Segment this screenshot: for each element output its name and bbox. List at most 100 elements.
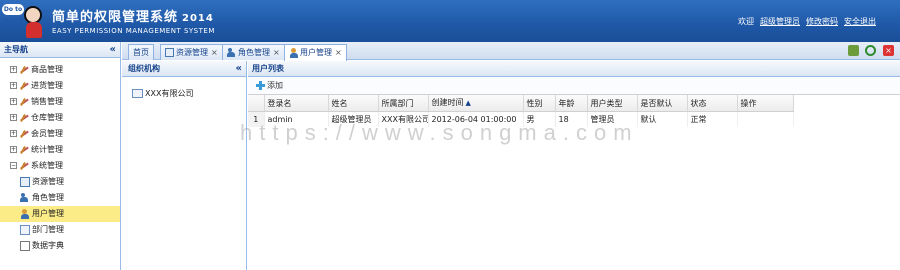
role-icon (227, 48, 236, 57)
nav-subitem-label: 资源管理 (32, 177, 64, 186)
tools-icon (19, 81, 29, 91)
organization-panel: 组织机构 « XXX有限公司 (122, 61, 247, 270)
tab-tools: × (844, 45, 894, 56)
home-icon[interactable] (847, 45, 859, 56)
app-year: 2014 (182, 13, 214, 24)
organization-icon (132, 89, 143, 98)
table-header-row: 登录名 姓名 所属部门 创建时间 ▲ 性别 年龄 用户类型 是否默认 状态 操作 (248, 95, 794, 112)
tools-icon (19, 129, 29, 139)
nav-item-label: 统计管理 (31, 145, 63, 154)
cell-age: 18 (555, 111, 588, 127)
tab-resources[interactable]: 资源管理 × (160, 44, 223, 60)
nav-item-label: 会员管理 (31, 129, 63, 138)
app-header: Do to Wood 简单的权限管理系统 2014 EASY PERMISSION… (0, 0, 900, 42)
expand-icon[interactable]: + (10, 98, 17, 105)
tab-roles[interactable]: 角色管理 × (222, 44, 285, 60)
nav-collapse-button[interactable]: « (110, 42, 116, 58)
user-icon (20, 208, 30, 219)
logout-link[interactable]: 安全退出 (844, 17, 876, 26)
cell-actions[interactable] (737, 111, 794, 127)
tools-icon (19, 161, 29, 171)
org-tree-node[interactable]: XXX有限公司 (122, 87, 246, 101)
table-row[interactable]: 1 admin 超级管理员 XXX有限公司 2012-06-04 01:00:0… (248, 111, 794, 127)
user-table: 登录名 姓名 所属部门 创建时间 ▲ 性别 年龄 用户类型 是否默认 状态 操作 … (248, 95, 794, 127)
cell-usertype: 管理员 (587, 111, 638, 127)
tab-label: 用户管理 (300, 48, 332, 57)
expand-icon[interactable]: + (10, 130, 17, 137)
org-node-label: XXX有限公司 (145, 89, 194, 98)
cell-login: admin (264, 111, 329, 127)
add-user-button[interactable]: 添加 (256, 81, 283, 90)
tab-label: 首页 (133, 48, 149, 57)
column-header-gender[interactable]: 性别 (523, 95, 556, 112)
org-collapse-button[interactable]: « (236, 61, 242, 77)
welcome-text: 欢迎 (738, 17, 754, 26)
tab-close-icon[interactable]: × (335, 48, 342, 57)
collapse-icon[interactable]: − (10, 162, 17, 169)
column-header-usertype[interactable]: 用户类型 (587, 95, 638, 112)
nav-item-system[interactable]: − 系统管理 (0, 158, 120, 174)
nav-title: 主导航 (4, 45, 28, 54)
dictionary-icon (20, 240, 30, 251)
nav-item-label: 商品管理 (31, 65, 63, 74)
role-icon (20, 192, 30, 203)
expand-icon[interactable]: + (10, 82, 17, 89)
cell-status: 正常 (687, 111, 738, 127)
cell-default: 默认 (637, 111, 688, 127)
column-header-login[interactable]: 登录名 (264, 95, 329, 112)
user-list-panel: 用户列表 添加 登录名 姓名 所属部门 创建时间 ▲ 性别 年龄 用户类型 是否默… (248, 61, 900, 270)
nav-subitem-users[interactable]: 用户管理 (0, 206, 120, 222)
nav-subitem-label: 部门管理 (32, 225, 64, 234)
nav-item-members[interactable]: + 会员管理 (0, 126, 120, 142)
nav-subitem-label: 角色管理 (32, 193, 64, 202)
column-header-default[interactable]: 是否默认 (637, 95, 688, 112)
cell-gender: 男 (523, 111, 556, 127)
nav-subitem-roles[interactable]: 角色管理 (0, 190, 120, 206)
logo-body (26, 22, 42, 38)
tools-icon (19, 113, 29, 123)
column-header-actions: 操作 (737, 95, 794, 112)
plus-icon (256, 81, 265, 90)
expand-icon[interactable]: + (10, 146, 17, 153)
tab-label: 资源管理 (176, 48, 208, 57)
tab-home[interactable]: 首页 (128, 44, 154, 60)
logo-badge: Do to Wood (2, 4, 24, 24)
nav-item-label: 系统管理 (31, 161, 63, 170)
change-password-link[interactable]: 修改密码 (806, 17, 838, 26)
nav-subitem-label: 数据字典 (32, 241, 64, 250)
column-header-age[interactable]: 年龄 (555, 95, 588, 112)
column-header-created[interactable]: 创建时间 ▲ (428, 95, 524, 112)
nav-subitem-dictionary[interactable]: 数据字典 (0, 238, 120, 254)
column-header-label: 创建时间 (431, 98, 464, 107)
org-panel-header: 组织机构 « (122, 61, 246, 77)
column-header-name[interactable]: 姓名 (328, 95, 379, 112)
tab-close-icon[interactable]: × (273, 48, 280, 57)
expand-icon[interactable]: + (10, 66, 17, 73)
nav-item-label: 进货管理 (31, 81, 63, 90)
column-header-status[interactable]: 状态 (687, 95, 738, 112)
tools-icon (19, 97, 29, 107)
column-header-department[interactable]: 所属部门 (378, 95, 429, 112)
close-all-icon[interactable]: × (883, 45, 894, 56)
top-links: 欢迎 超级管理员 修改密码 安全退出 (732, 16, 876, 27)
nav-subitem-departments[interactable]: 部门管理 (0, 222, 120, 238)
nav-subitem-resources[interactable]: 资源管理 (0, 174, 120, 190)
nav-item-warehouse[interactable]: + 仓库管理 (0, 110, 120, 126)
user-toolbar: 添加 (248, 77, 900, 95)
department-icon (20, 224, 30, 235)
current-user-link[interactable]: 超级管理员 (760, 17, 800, 26)
user-icon (289, 48, 298, 58)
cell-created: 2012-06-04 01:00:00 (428, 111, 524, 127)
resource-icon (20, 176, 30, 187)
tab-users[interactable]: 用户管理 × (284, 44, 347, 61)
nav-item-statistics[interactable]: + 统计管理 (0, 142, 120, 158)
tools-icon (19, 145, 29, 155)
expand-icon[interactable]: + (10, 114, 17, 121)
nav-item-goods[interactable]: + 商品管理 (0, 62, 120, 78)
tab-close-icon[interactable]: × (211, 48, 218, 57)
nav-item-purchase[interactable]: + 进货管理 (0, 78, 120, 94)
nav-item-label: 销售管理 (31, 97, 63, 106)
app-title-text: 简单的权限管理系统 (52, 10, 179, 25)
nav-item-sales[interactable]: + 销售管理 (0, 94, 120, 110)
refresh-icon[interactable] (865, 45, 877, 56)
